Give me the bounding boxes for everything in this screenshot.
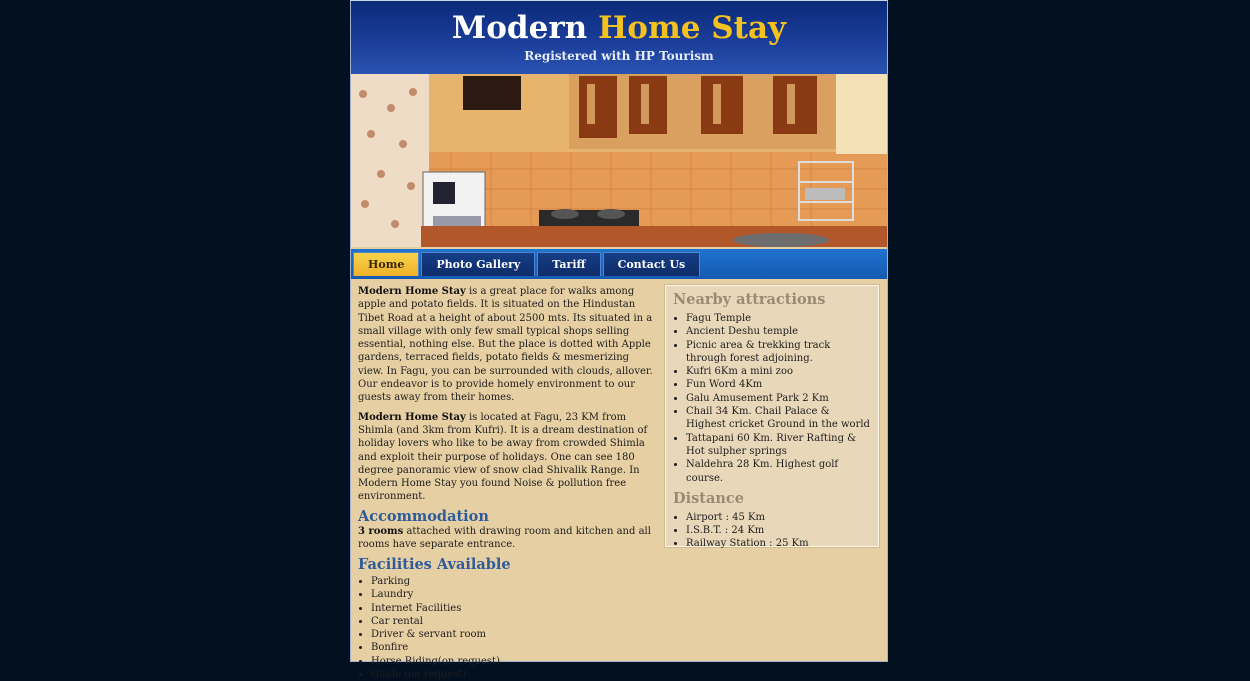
site-title-part2: Home Stay (597, 10, 787, 46)
accommodation-text: 3 rooms attached with drawing room and k… (358, 525, 654, 552)
nav-contact-us[interactable]: Contact Us (602, 252, 701, 276)
list-item: Bonfire (371, 641, 654, 654)
list-item: Galu Amusement Park 2 Km (686, 392, 871, 405)
facilities-heading: Facilities Available (358, 555, 511, 573)
main-content: Modern Home Stay is a great place for wa… (351, 279, 887, 681)
intro-paragraph-2-text: is located at Fagu, 23 KM from Shimla (a… (358, 411, 648, 503)
list-item: Guide (on request) (371, 668, 654, 681)
list-item: Horse Riding(on request) (371, 655, 654, 668)
attractions-list: Fagu Temple Ancient Deshu temple Picnic … (673, 312, 871, 485)
distance-list: Airport : 45 Km I.S.B.T. : 24 Km Railway… (673, 511, 871, 551)
intro-paragraph-1-text: is a great place for walks among apple a… (358, 286, 653, 404)
sidebar-box: Nearby attractions Fagu Temple Ancient D… (665, 285, 879, 549)
list-item: Ancient Deshu temple (686, 325, 871, 338)
facilities-list: Parking Laundry Internet Facilities Car … (358, 575, 654, 681)
list-item: I.S.B.T. : 24 Km (686, 524, 871, 537)
list-item: Driver & servant room (371, 628, 654, 641)
nav-tariff[interactable]: Tariff (537, 252, 601, 276)
list-item: Naldehra 28 Km. Highest golf course. (686, 458, 871, 485)
list-item: Fun Word 4Km (686, 378, 871, 391)
list-item: Tattapani 60 Km. River Rafting & Hot sul… (686, 432, 871, 459)
banner-image-kitchen (351, 74, 887, 247)
intro-paragraph-2-bold: Modern Home Stay (358, 411, 466, 423)
attractions-heading: Nearby attractions (673, 291, 826, 308)
intro-paragraph-1-bold: Modern Home Stay (358, 286, 466, 297)
site-title: Modern Home Stay (351, 1, 887, 46)
page-container: Modern Home Stay Registered with HP Tour… (350, 0, 888, 680)
site-header: Modern Home Stay Registered with HP Tour… (351, 1, 887, 74)
main-nav: Home Photo Gallery Tariff Contact Us (351, 249, 887, 279)
kitchen-photo (351, 74, 887, 247)
intro-paragraph-2: Modern Home Stay is located at Fagu, 23 … (358, 411, 654, 504)
list-item: Fagu Temple (686, 312, 871, 325)
list-item: Airport : 45 Km (686, 511, 871, 524)
accommodation-bold: 3 rooms (358, 526, 404, 538)
site-title-part1: Modern (451, 10, 588, 46)
list-item: Chail 34 Km. Chail Palace & Highest cric… (686, 405, 871, 432)
list-item: Kufri 6Km a mini zoo (686, 365, 871, 378)
site-subtitle: Registered with HP Tourism (524, 49, 714, 63)
nav-photo-gallery[interactable]: Photo Gallery (421, 252, 536, 276)
list-item: Laundry (371, 588, 654, 601)
nav-home[interactable]: Home (353, 252, 420, 276)
list-item: Picnic area & trekking track through for… (686, 339, 871, 366)
left-column: Modern Home Stay is a great place for wa… (358, 285, 654, 681)
intro-paragraph-1: Modern Home Stay is a great place for wa… (358, 285, 654, 405)
list-item: Parking (371, 575, 654, 588)
accommodation-heading: Accommodation (358, 507, 489, 525)
list-item: Railway Station : 25 Km (686, 537, 871, 550)
list-item: Internet Facilities (371, 602, 654, 615)
distance-heading: Distance (673, 489, 744, 507)
list-item: Car rental (371, 615, 654, 628)
